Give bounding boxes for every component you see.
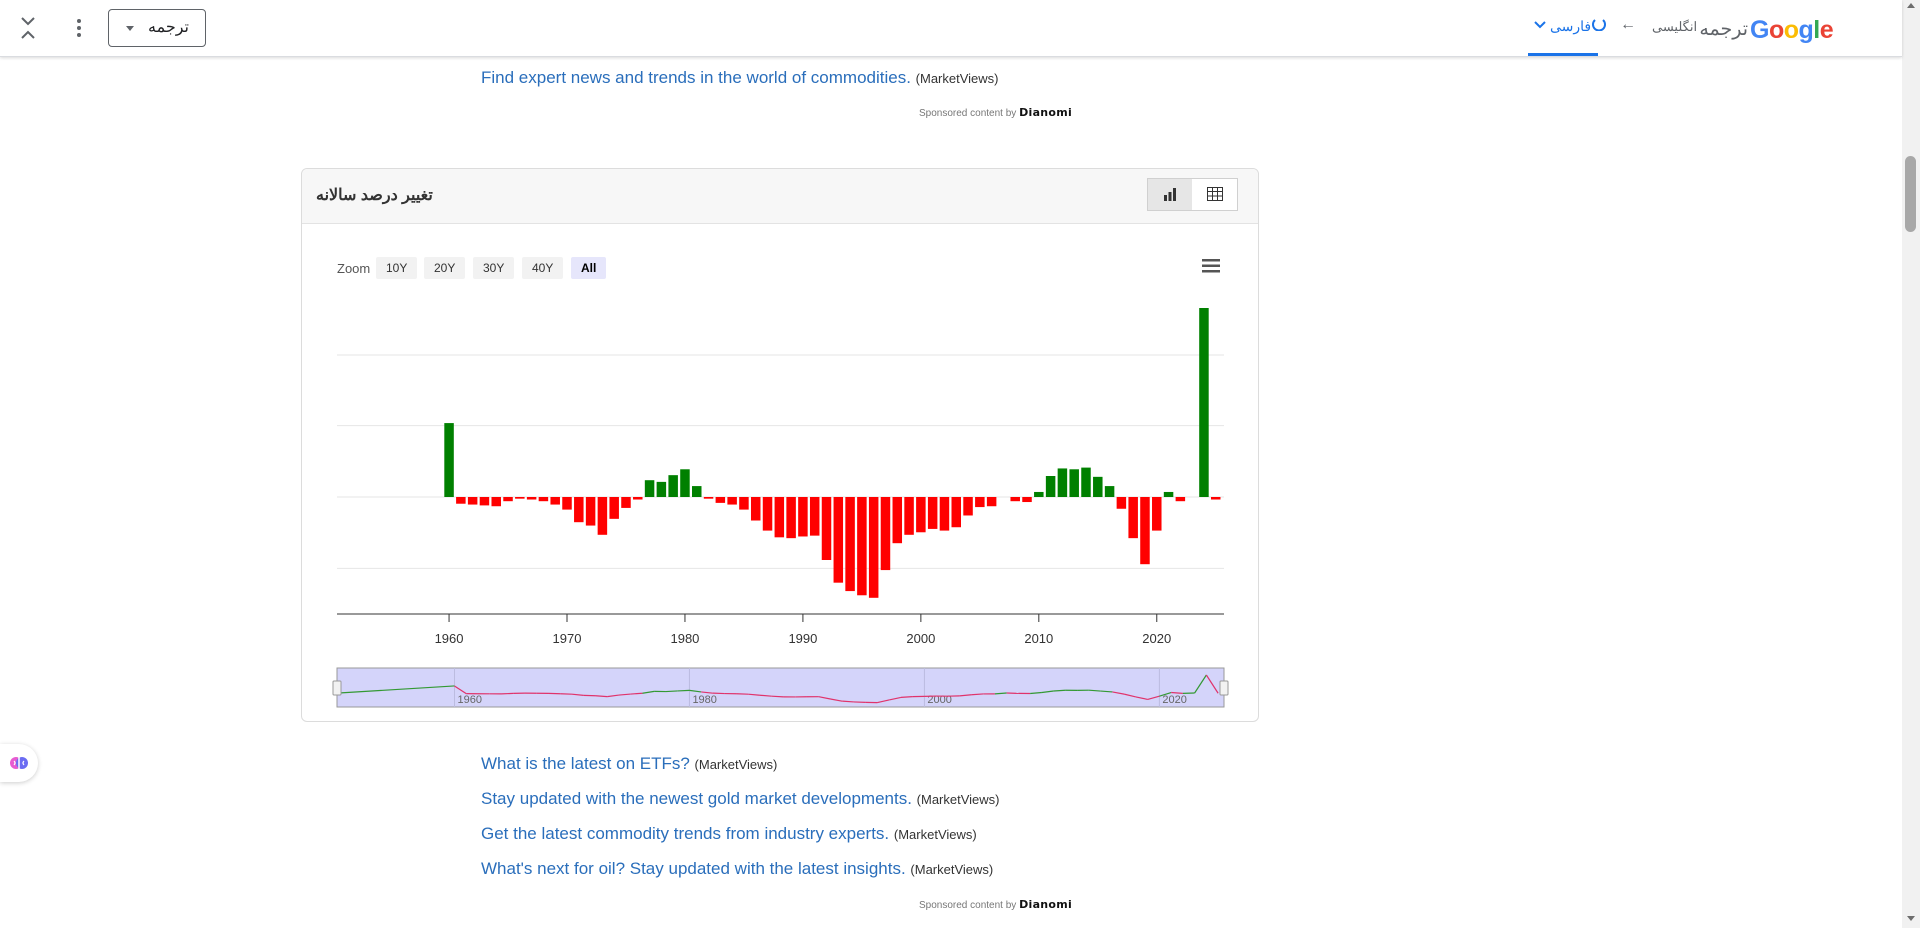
scroll-up-icon[interactable]: [1907, 3, 1915, 8]
scroll-down-icon[interactable]: [1907, 916, 1915, 921]
page-scrollbar[interactable]: [1902, 0, 1920, 928]
sponsored-link[interactable]: Stay updated with the newest gold market…: [481, 789, 917, 808]
sponsored-by-text: Sponsored content by: [919, 108, 1017, 119]
spinner-icon: [1592, 19, 1606, 31]
link-source: (MarketViews): [915, 71, 999, 86]
chart-menu-icon[interactable]: [1202, 259, 1220, 273]
sponsored-link[interactable]: Find expert news and trends in the world…: [481, 68, 911, 87]
sponsored-link-row: Find expert news and trends in the world…: [481, 68, 999, 88]
table-icon: [1207, 187, 1223, 201]
target-language-tab[interactable]: فارسی: [1528, 0, 1606, 56]
collapse-icon[interactable]: [16, 12, 40, 44]
zoom-10y-button[interactable]: 10Y: [376, 257, 418, 279]
scrollbar-thumb[interactable]: [1905, 156, 1916, 232]
sponsored-link-row: What is the latest on ETFs? (MarketViews…: [481, 754, 777, 774]
link-source: (MarketViews): [893, 827, 977, 842]
sponsored-by-label-bottom: Sponsored content by Dianomi: [919, 898, 1072, 911]
language-switcher: فارسی ← انگلیسی: [1520, 0, 1720, 56]
sponsored-by-label: Sponsored content by Dianomi: [919, 106, 1072, 119]
assistant-extension-button[interactable]: [0, 744, 38, 782]
brand-translate-label: ترجمه: [1699, 19, 1748, 40]
dianomi-logo[interactable]: Dianomi: [1019, 106, 1072, 119]
zoom-label: Zoom: [337, 261, 371, 276]
translate-toolbar: ترجمه فارسی ← انگلیسی ترجمه Google: [0, 0, 1902, 57]
source-language-tab[interactable]: انگلیسی: [1652, 19, 1697, 35]
dianomi-logo[interactable]: Dianomi: [1019, 898, 1072, 911]
sponsored-link[interactable]: What's next for oil? Stay updated with t…: [481, 859, 910, 878]
more-vert-icon[interactable]: [70, 14, 88, 42]
chart-view-button[interactable]: [1147, 178, 1193, 211]
chevron-down-icon: [1534, 21, 1546, 29]
google-logo: Google: [1750, 16, 1834, 44]
zoom-30y-button[interactable]: 30Y: [473, 257, 515, 279]
panel-title: تغییر درصد سالانه: [316, 187, 433, 204]
sponsored-link[interactable]: Get the latest commodity trends from ind…: [481, 824, 894, 843]
link-source: (MarketViews): [694, 757, 778, 772]
link-source: (MarketViews): [910, 862, 994, 877]
table-view-button[interactable]: [1192, 178, 1238, 211]
annual-change-panel: تغییر درصد سالانه: [301, 168, 1259, 722]
zoom-all-button[interactable]: All: [571, 257, 607, 279]
zoom-20y-button[interactable]: 20Y: [424, 257, 466, 279]
panel-header: تغییر درصد سالانه: [302, 169, 1258, 224]
zoom-40y-button[interactable]: 40Y: [522, 257, 564, 279]
sponsored-link-row: Stay updated with the newest gold market…: [481, 789, 1000, 809]
sponsored-link-row: Get the latest commodity trends from ind…: [481, 824, 977, 844]
dropdown-caret-icon: [126, 26, 134, 31]
translation-mode-select[interactable]: ترجمه: [108, 9, 206, 47]
bar-chart-icon: [1164, 188, 1176, 201]
sponsored-by-text: Sponsored content by: [919, 900, 1017, 911]
link-source: (MarketViews): [916, 792, 1000, 807]
sponsored-link-row: What's next for oil? Stay updated with t…: [481, 859, 993, 879]
target-language-label: فارسی: [1550, 18, 1592, 34]
sponsored-link[interactable]: What is the latest on ETFs?: [481, 754, 695, 773]
arrow-left-icon: ←: [1620, 16, 1636, 33]
brain-icon: [10, 757, 28, 769]
translation-mode-label: ترجمه: [148, 19, 189, 36]
